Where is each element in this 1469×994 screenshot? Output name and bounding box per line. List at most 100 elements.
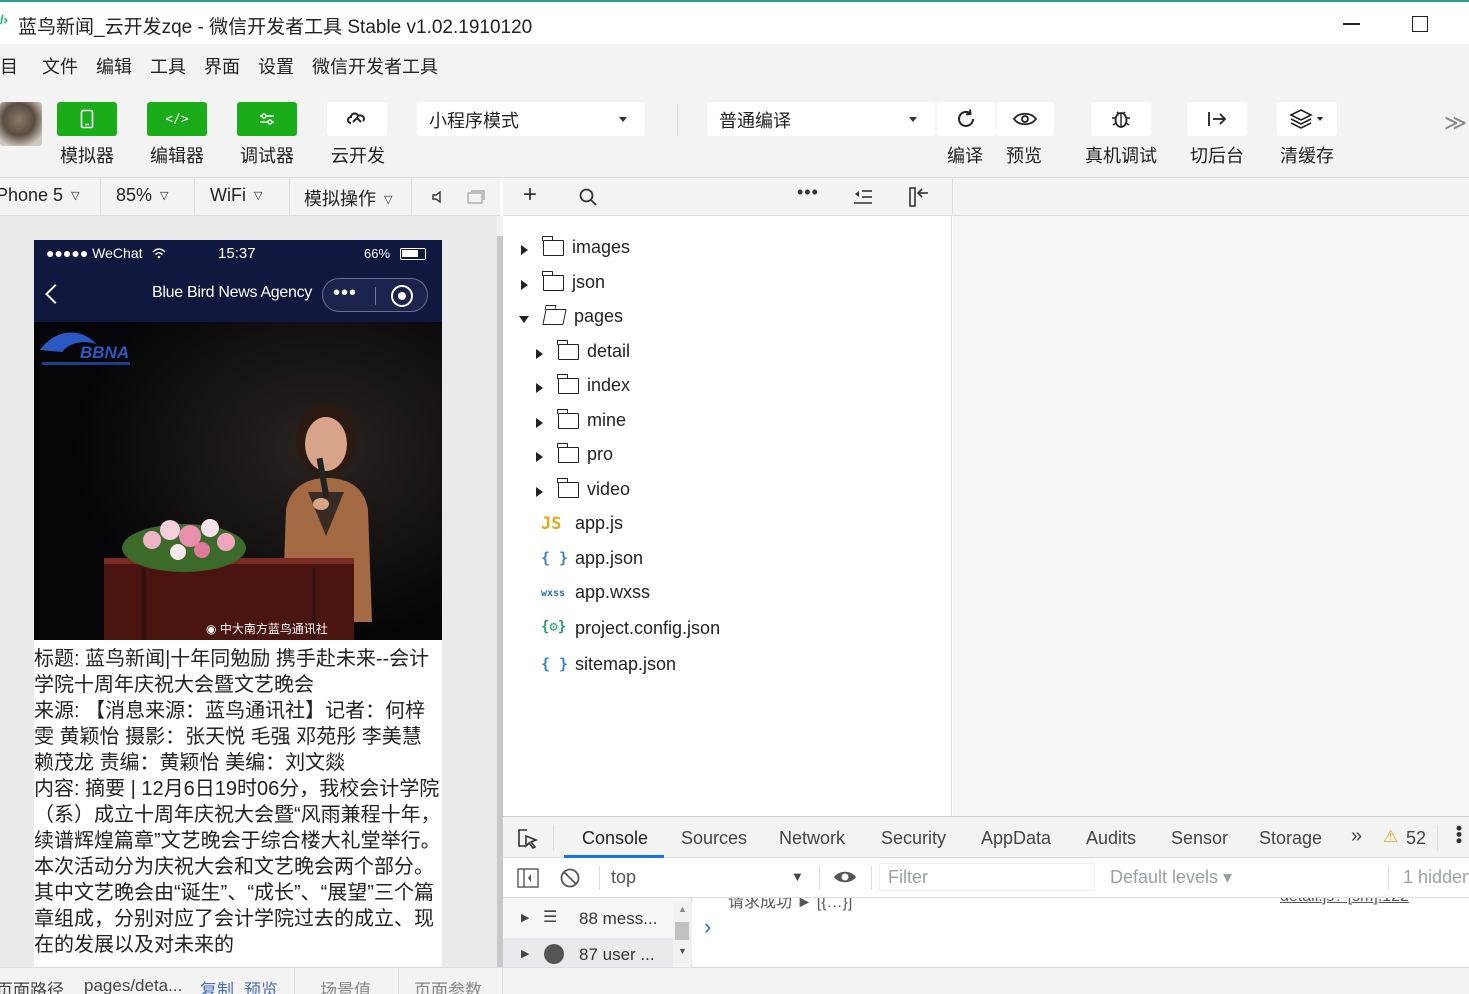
tab-console[interactable]: Console [582, 828, 648, 849]
menu-view[interactable]: 界面 [204, 53, 240, 79]
log-source-link[interactable]: detail.js? [sm]:122 [1280, 898, 1409, 906]
expand-arrow-icon[interactable] [536, 487, 543, 497]
zoom-select[interactable]: 85% ▽ [116, 178, 169, 216]
device-select[interactable]: iPhone 5 ▽ [0, 178, 80, 216]
add-file-icon[interactable]: + [523, 181, 537, 209]
tree-folder-mine[interactable]: mine [536, 407, 936, 437]
background-button[interactable] [1187, 102, 1247, 136]
json-file-icon: { } [541, 655, 569, 673]
popout-window-icon[interactable] [466, 189, 486, 205]
preview-path-link[interactable]: 预览 [244, 976, 278, 994]
divider [502, 968, 503, 994]
scrollbar-thumb[interactable] [675, 922, 689, 940]
remote-debug-button[interactable] [1091, 102, 1151, 136]
scroll-up-icon[interactable]: ▲ [678, 904, 687, 914]
speaker-icon[interactable] [430, 189, 446, 205]
tree-folder-images[interactable]: images [521, 234, 941, 264]
expand-arrow-icon[interactable]: ▶ [521, 947, 529, 960]
maximize-button[interactable] [1412, 16, 1428, 32]
tab-sources[interactable]: Sources [681, 828, 747, 849]
debugger-button[interactable] [237, 102, 297, 136]
tab-audits[interactable]: Audits [1086, 828, 1136, 849]
simulator-button[interactable] [57, 102, 117, 136]
scene-value[interactable]: 场景值 [320, 976, 371, 994]
tab-network[interactable]: Network [779, 828, 845, 849]
more-tabs-icon[interactable]: » [1351, 825, 1362, 848]
console-prompt-icon[interactable]: › [704, 914, 711, 940]
page-params[interactable]: 页面参数 [414, 976, 482, 994]
collapse-icon[interactable] [853, 189, 873, 205]
expand-arrow-icon[interactable] [536, 383, 543, 393]
tree-folder-video[interactable]: video [536, 476, 936, 506]
context-select[interactable]: top [611, 867, 636, 888]
tab-security[interactable]: Security [881, 828, 946, 849]
expand-arrow-icon[interactable] [536, 418, 543, 428]
phone-nav-bar: Blue Bird News Agency ••• [34, 268, 442, 322]
cloud-button[interactable] [327, 102, 387, 136]
log-message: 请求成功 ► [{…}] [728, 898, 852, 912]
tree-folder-index[interactable]: index [536, 372, 936, 402]
tree-file-app-json[interactable]: { } app.json [541, 545, 941, 575]
menu-wechat-devtools[interactable]: 微信开发者工具 [312, 53, 438, 79]
context-caret-icon[interactable]: ▼ [791, 869, 804, 884]
operations-select[interactable]: 模拟操作 ▽ [304, 178, 392, 216]
tree-folder-pages[interactable]: pages [519, 303, 941, 333]
editor-button[interactable]: </> [147, 102, 207, 136]
more-options-icon[interactable]: ••• [797, 182, 819, 203]
code-icon: </> [165, 111, 189, 127]
copy-path-link[interactable]: 复制 [200, 976, 234, 994]
expand-arrow-icon[interactable]: ▶ [521, 911, 529, 924]
back-arrow-icon[interactable] [45, 284, 65, 304]
menu-edit[interactable]: 编辑 [96, 53, 132, 79]
live-expression-eye-icon[interactable] [832, 869, 858, 885]
toolbar-overflow-icon[interactable]: ≫ [1444, 110, 1467, 136]
log-levels-select[interactable]: Default levels ▾ [1110, 867, 1232, 888]
menu-project[interactable]: 项目 [0, 53, 18, 79]
expand-arrow-icon[interactable] [536, 349, 543, 359]
devtools-menu-icon[interactable]: ••• [1449, 825, 1469, 844]
close-target-icon[interactable] [391, 285, 413, 307]
compile-button[interactable] [937, 102, 995, 136]
console-side-scrollbar[interactable]: ▲ ▼ [673, 902, 692, 964]
warning-count[interactable]: 52 [1406, 828, 1426, 849]
preview-button[interactable] [996, 102, 1054, 136]
more-icon[interactable]: ••• [333, 283, 357, 303]
user-avatar[interactable] [0, 102, 42, 146]
editor-area[interactable] [953, 216, 1469, 816]
menu-settings[interactable]: 设置 [258, 53, 294, 79]
tab-sensor[interactable]: Sensor [1171, 828, 1228, 849]
hide-panel-icon[interactable] [908, 187, 930, 207]
phone-screen[interactable]: ●●●●● WeChat 15:37 66% Blue Bird News Ag… [34, 240, 442, 967]
compile-mode-select[interactable]: 普通编译 [707, 102, 935, 136]
tree-folder-detail[interactable]: detail [536, 338, 936, 368]
network-select[interactable]: WiFi ▽ [210, 178, 262, 216]
clear-console-icon[interactable] [559, 867, 581, 889]
console-output[interactable]: 请求成功 ► [{…}] detail.js? [sm]:122 › [692, 898, 1469, 967]
scroll-down-icon[interactable]: ▼ [678, 946, 687, 956]
sidebar-toggle-icon[interactable] [517, 868, 539, 888]
tree-folder-pro[interactable]: pro [536, 441, 936, 471]
search-icon[interactable] [579, 188, 597, 206]
tree-folder-json[interactable]: json [521, 269, 941, 299]
log-object[interactable]: ► [{…}] [796, 898, 852, 911]
tab-appdata[interactable]: AppData [981, 828, 1051, 849]
tree-file-app-wxss[interactable]: wxss app.wxss [541, 579, 941, 609]
collapse-arrow-icon[interactable] [519, 316, 529, 323]
expand-arrow-icon[interactable] [521, 280, 528, 290]
miniprogram-capsule[interactable]: ••• [322, 278, 428, 312]
tree-file-sitemap[interactable]: { } sitemap.json [541, 651, 941, 681]
menu-tools[interactable]: 工具 [150, 53, 186, 79]
expand-arrow-icon[interactable] [521, 245, 528, 255]
messages-group[interactable]: ▶ ☰ 88 mess... [503, 902, 673, 936]
clear-cache-button[interactable] [1277, 102, 1337, 136]
wifi-icon [152, 248, 166, 259]
tree-file-project-config[interactable]: {⚙} project.config.json [541, 615, 941, 645]
tab-storage[interactable]: Storage [1259, 828, 1322, 849]
expand-arrow-icon[interactable] [536, 452, 543, 462]
minimize-button[interactable] [1343, 23, 1360, 25]
mode-select[interactable]: 小程序模式 [417, 102, 645, 136]
filter-input[interactable]: Filter [879, 863, 1095, 891]
menu-file[interactable]: 文件 [42, 53, 78, 79]
tree-file-app-js[interactable]: JS app.js [541, 510, 941, 540]
inspect-element-icon[interactable] [517, 828, 539, 850]
